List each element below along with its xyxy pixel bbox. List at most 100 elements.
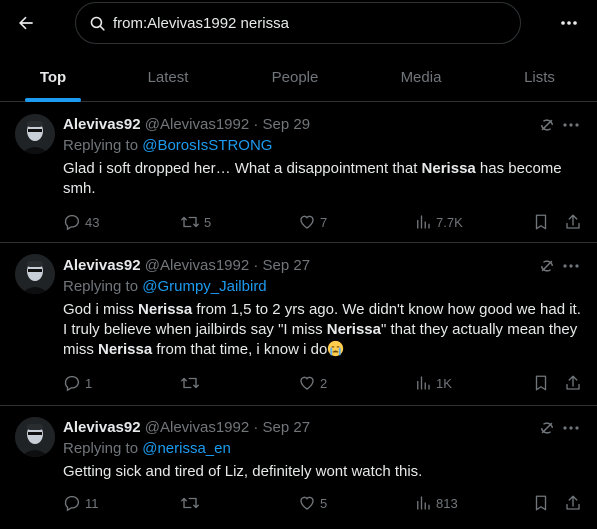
share-icon[interactable] — [564, 212, 586, 232]
tweet[interactable]: Alevivas92 @Alevivas1992 · Sep 27 Replyi… — [0, 406, 597, 529]
text-part: Glad i soft dropped her… What a disappoi… — [63, 160, 422, 177]
bookmark-icon[interactable] — [533, 493, 553, 513]
display-name[interactable]: Alevivas92 — [63, 419, 141, 436]
tab-top[interactable]: Top — [0, 52, 106, 102]
share-icon[interactable] — [564, 493, 586, 513]
tab-label: Media — [400, 68, 442, 86]
retweet-icon — [181, 377, 199, 389]
user-handle[interactable]: @Alevivas1992 — [145, 116, 249, 133]
tweet-text: God i miss Nerissa from 1,5 to 2 yrs ago… — [63, 300, 588, 360]
search-tabs: Top Latest People Media Lists — [0, 52, 597, 102]
views-icon — [417, 215, 430, 229]
views-icon — [417, 496, 430, 510]
user-handle[interactable]: @Alevivas1992 — [145, 257, 249, 274]
grok-icon[interactable] — [537, 418, 557, 438]
replying-prefix: Replying to — [63, 278, 139, 295]
heart-icon — [300, 215, 314, 229]
grok-icon[interactable] — [537, 115, 557, 135]
tweet-header: Alevivas92 @Alevivas1992 · Sep 27 — [63, 257, 310, 274]
views-count: 813 — [436, 495, 458, 511]
replying-to: Replying to @BorosIsSTRONG — [63, 137, 272, 154]
tab-media[interactable]: Media — [360, 52, 482, 102]
text-part: from that time, i know i do — [152, 341, 328, 358]
tweet-text: Getting sick and tired of Liz, definitel… — [63, 462, 583, 482]
tab-label: Latest — [147, 68, 189, 86]
views-icon — [417, 376, 430, 390]
reply-count: 11 — [85, 495, 99, 511]
avatar[interactable] — [15, 254, 55, 294]
separator-dot: · — [253, 116, 259, 133]
more-options-icon[interactable] — [558, 13, 580, 33]
tab-label: People — [271, 68, 319, 86]
crying-face-emoji — [328, 340, 344, 357]
text-part: God i miss — [63, 301, 139, 318]
text-keyword: Nerissa — [421, 160, 476, 177]
tweet-date[interactable]: Sep 27 — [263, 257, 311, 274]
reply-icon — [64, 495, 80, 512]
separator-dot: · — [253, 419, 259, 436]
tweet-more-icon[interactable] — [561, 115, 581, 135]
replying-prefix: Replying to — [63, 137, 139, 154]
replying-to-link[interactable]: @BorosIsSTRONG — [142, 137, 272, 154]
like-count: 2 — [320, 375, 328, 391]
display-name[interactable]: Alevivas92 — [63, 116, 141, 133]
text-keyword: Nerissa — [326, 321, 381, 338]
like-button[interactable]: 5 — [298, 493, 327, 513]
tweet-more-icon[interactable] — [561, 418, 581, 438]
retweet-button[interactable] — [180, 373, 204, 393]
replying-prefix: Replying to — [63, 440, 139, 457]
tab-label: Lists — [524, 68, 555, 86]
back-arrow-icon[interactable] — [13, 10, 39, 36]
active-tab-indicator — [25, 98, 81, 102]
heart-icon — [300, 376, 314, 390]
top-bar — [0, 0, 597, 48]
views-count: 1K — [436, 375, 452, 391]
reply-button[interactable]: 43 — [63, 212, 99, 232]
text-keyword: Nerissa — [98, 341, 153, 358]
retweet-count: 5 — [204, 214, 212, 230]
views-count: 7.7K — [436, 214, 463, 230]
retweet-icon — [181, 497, 199, 509]
tweet[interactable]: Alevivas92 @Alevivas1992 · Sep 27 Replyi… — [0, 243, 597, 406]
replying-to: Replying to @nerissa_en — [63, 440, 231, 457]
bookmark-icon[interactable] — [533, 373, 553, 393]
like-button[interactable]: 2 — [298, 373, 327, 393]
like-button[interactable]: 7 — [298, 212, 327, 232]
reply-button[interactable]: 11 — [63, 493, 99, 513]
tab-latest[interactable]: Latest — [106, 52, 230, 102]
grok-icon[interactable] — [537, 256, 557, 276]
tweet-date[interactable]: Sep 27 — [263, 419, 311, 436]
tweet[interactable]: Alevivas92 @Alevivas1992 · Sep 29 Replyi… — [0, 103, 597, 243]
reply-icon — [64, 375, 80, 392]
display-name[interactable]: Alevivas92 — [63, 257, 141, 274]
avatar[interactable] — [15, 114, 55, 154]
tweet-more-icon[interactable] — [561, 256, 581, 276]
tab-lists[interactable]: Lists — [482, 52, 597, 102]
share-icon[interactable] — [564, 373, 586, 393]
reply-button[interactable]: 1 — [63, 373, 92, 393]
search-input[interactable] — [113, 14, 493, 32]
tweet-date[interactable]: Sep 29 — [263, 116, 311, 133]
reply-count: 1 — [85, 375, 93, 391]
search-box[interactable] — [75, 2, 521, 44]
heart-icon — [300, 496, 314, 510]
separator-dot: · — [253, 257, 259, 274]
user-handle[interactable]: @Alevivas1992 — [145, 419, 249, 436]
tweet-header: Alevivas92 @Alevivas1992 · Sep 27 — [63, 419, 310, 436]
text-keyword: Nerissa — [138, 301, 193, 318]
replying-to-link[interactable]: @Grumpy_Jailbird — [142, 278, 266, 295]
retweet-button[interactable] — [180, 493, 204, 513]
views-button[interactable]: 7.7K — [414, 212, 463, 232]
retweet-icon — [181, 216, 199, 228]
retweet-button[interactable]: 5 — [180, 212, 211, 232]
replying-to: Replying to @Grumpy_Jailbird — [63, 278, 267, 295]
text-part: Getting sick and tired of Liz, definitel… — [63, 463, 423, 480]
tab-people[interactable]: People — [230, 52, 360, 102]
bookmark-icon[interactable] — [533, 212, 553, 232]
avatar[interactable] — [15, 417, 55, 457]
replying-to-link[interactable]: @nerissa_en — [142, 440, 231, 457]
like-count: 7 — [320, 214, 328, 230]
views-button[interactable]: 1K — [414, 373, 452, 393]
search-icon — [89, 14, 107, 32]
views-button[interactable]: 813 — [414, 493, 458, 513]
